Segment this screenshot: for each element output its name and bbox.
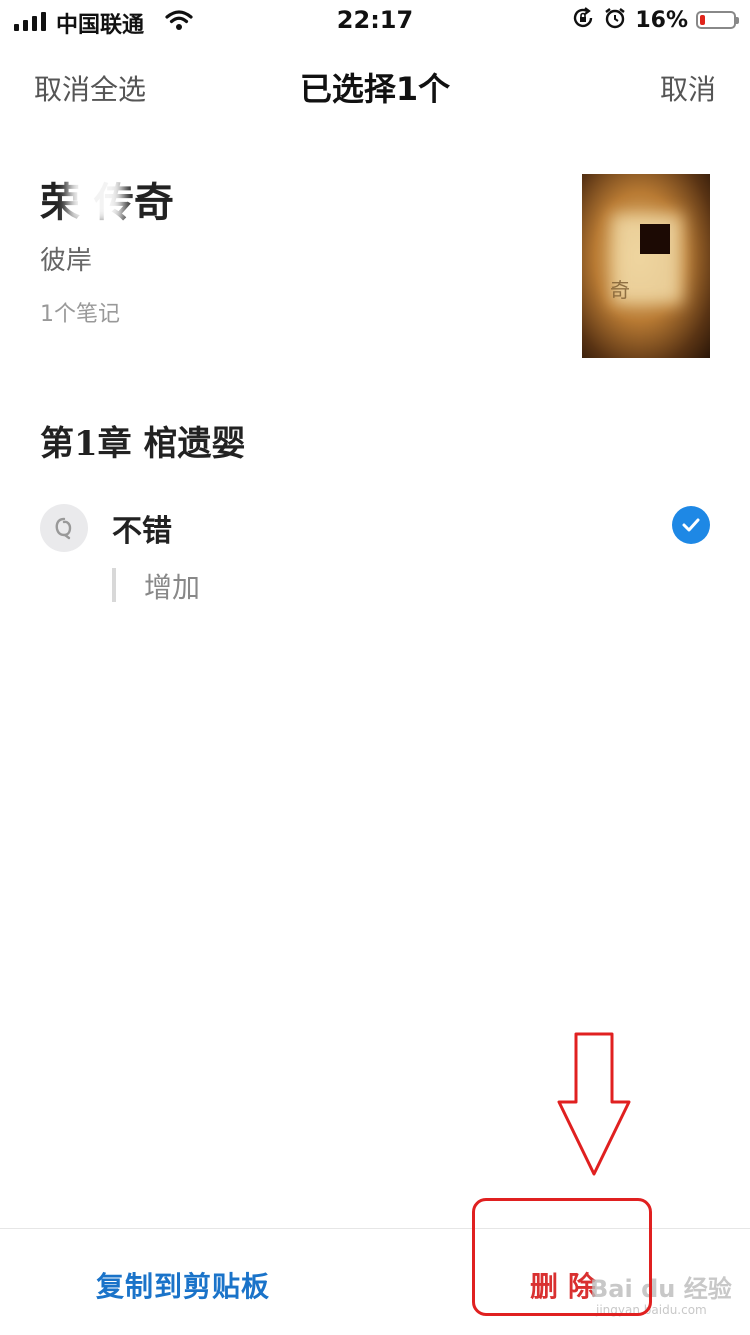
note-count: 1个笔记 xyxy=(40,302,120,327)
highlight-box-annotation xyxy=(472,1198,652,1316)
redaction-blur xyxy=(68,160,124,224)
cover-redaction xyxy=(640,224,670,254)
chapter-title: 第1章 棺遗婴 xyxy=(40,424,246,464)
battery-percent: 16% xyxy=(635,7,688,33)
alarm-icon xyxy=(603,6,627,34)
status-bar: 中国联通 22:17 16% xyxy=(0,0,750,44)
cover-text: 奇 xyxy=(610,278,630,302)
battery-icon xyxy=(696,11,739,29)
cancel-button[interactable]: 取消 xyxy=(660,68,716,108)
note-quote: 增加 xyxy=(144,571,201,604)
note-avatar-icon xyxy=(40,504,88,552)
down-arrow-annotation xyxy=(556,1032,632,1182)
page-title: 已选择1个 xyxy=(299,70,451,108)
redaction-blur xyxy=(96,236,160,280)
note-item[interactable]: 不错 增加 xyxy=(40,500,710,610)
book-cover[interactable]: 奇 xyxy=(582,174,710,358)
quote-bar xyxy=(112,568,116,602)
book-author: 彼岸 xyxy=(40,246,93,276)
battery-level xyxy=(700,15,705,25)
note-text: 不错 xyxy=(112,514,172,549)
nav-bar: 取消全选 已选择1个 取消 xyxy=(0,44,750,128)
rotation-lock-icon xyxy=(571,6,595,34)
copy-to-clipboard-button[interactable]: 复制到剪贴板 xyxy=(96,1265,270,1305)
selected-check-icon[interactable] xyxy=(672,506,710,544)
